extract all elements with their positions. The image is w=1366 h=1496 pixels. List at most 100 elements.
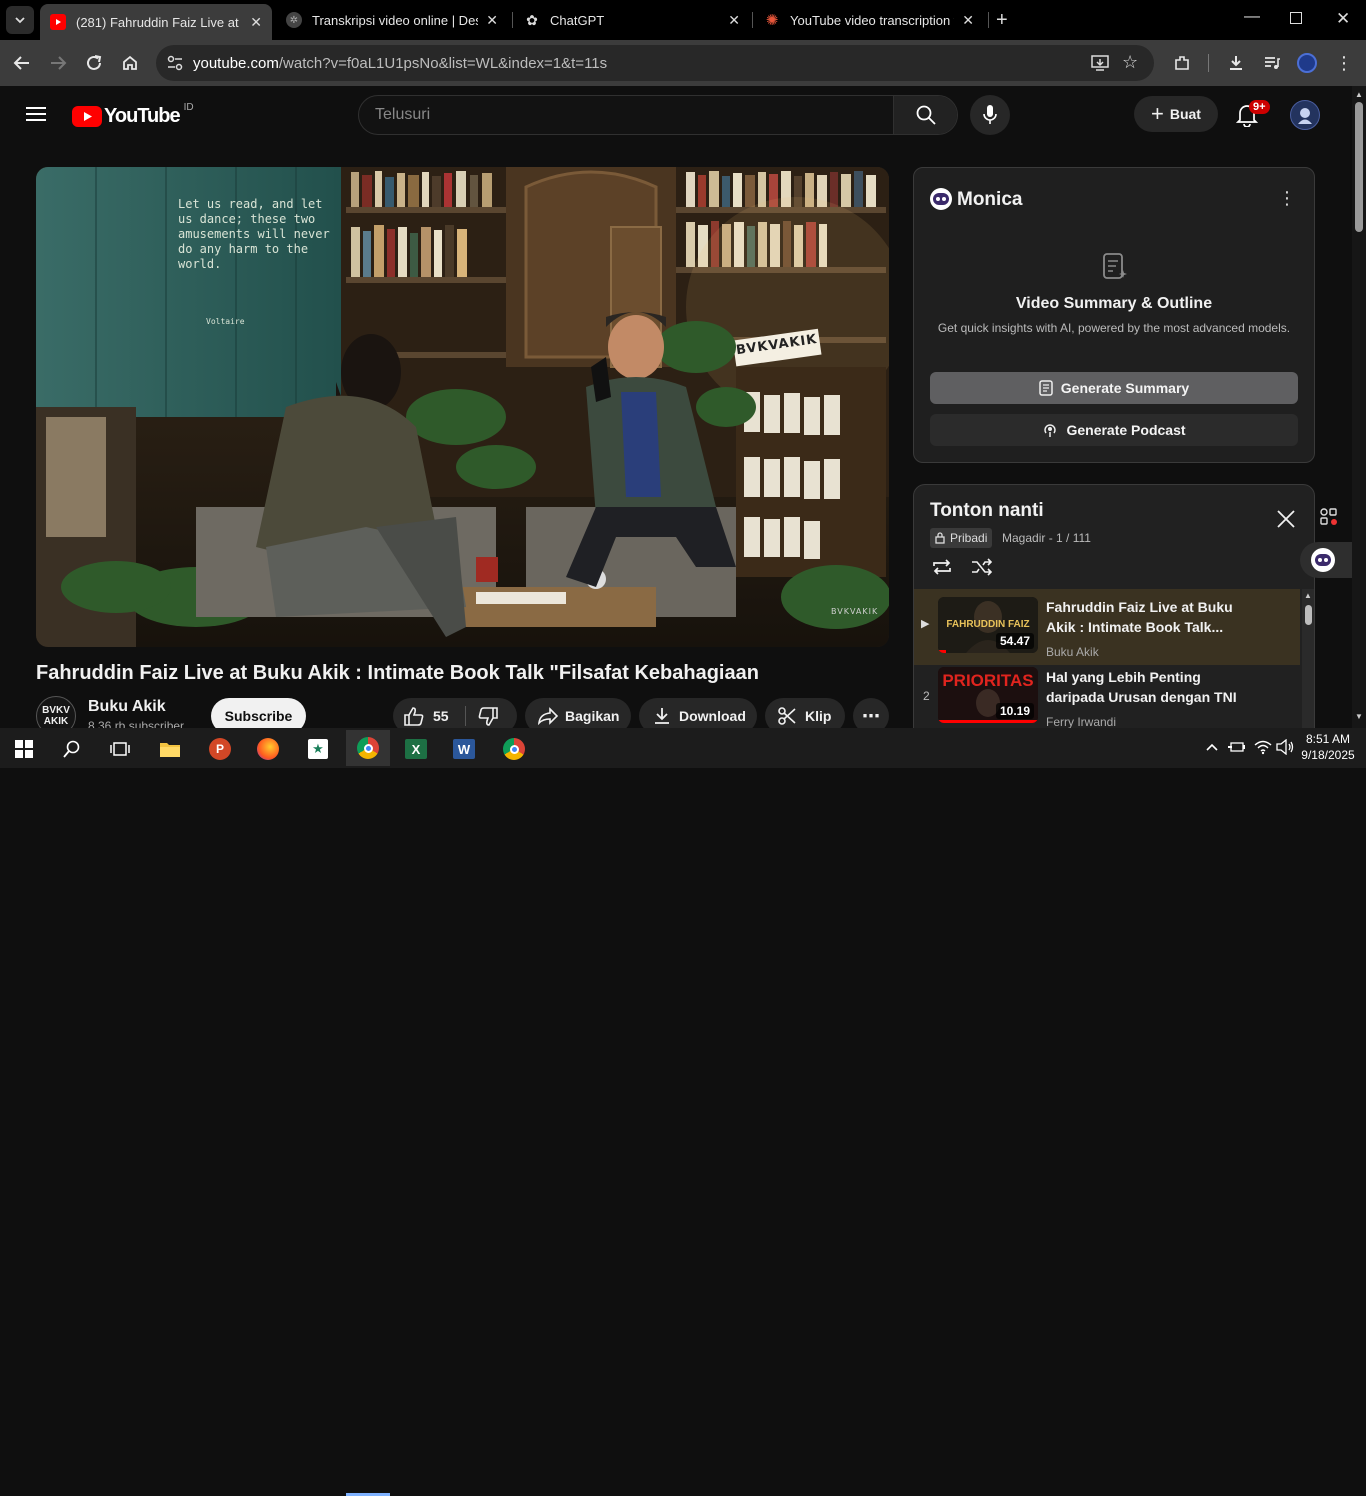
- page-scroll-thumb[interactable]: [1355, 102, 1363, 232]
- close-icon[interactable]: ✕: [962, 12, 974, 29]
- poster-quote: Let us read, and let us dance; these two…: [178, 197, 330, 271]
- pinned-app-star-icon[interactable]: ★: [298, 732, 338, 766]
- playlist-thumbnail: FAHRUDDIN FAIZ 54.47: [938, 597, 1038, 653]
- close-icon[interactable]: ✕: [486, 12, 498, 29]
- taskbar-date[interactable]: 9/18/2025: [1300, 748, 1356, 762]
- share-label: Bagikan: [565, 708, 620, 724]
- create-button[interactable]: + Buat: [1134, 96, 1218, 132]
- dislike-button[interactable]: [477, 707, 499, 730]
- excel-icon[interactable]: X: [396, 732, 436, 766]
- playlist-item-title: Fahruddin Faiz Live at Buku Akik : Intim…: [1046, 599, 1233, 635]
- powerpoint-icon[interactable]: P: [200, 732, 240, 766]
- back-arrow-icon[interactable]: [10, 51, 34, 75]
- youtube-header: YouTube ID + Buat 9+: [0, 86, 1352, 144]
- tab-title: Transkripsi video online | Desgr: [312, 12, 479, 28]
- extensions-puzzle-icon[interactable]: [1170, 51, 1194, 75]
- playlist-scrollbar[interactable]: ▲: [1302, 589, 1314, 733]
- playlist-item-channel: Buku Akik: [1046, 645, 1099, 659]
- firefox-icon[interactable]: [248, 732, 288, 766]
- close-icon[interactable]: ✕: [728, 12, 740, 29]
- scroll-down-arrow-icon[interactable]: ▼: [1355, 712, 1363, 721]
- video-frame: Let us read, and let us dance; these two…: [36, 167, 889, 647]
- apps-grid-icon[interactable]: [1315, 503, 1343, 531]
- tray-expand-chevron-icon[interactable]: [1206, 741, 1218, 755]
- download-icon[interactable]: [1224, 51, 1248, 75]
- monica-menu-icon[interactable]: ⋮: [1278, 188, 1296, 209]
- generate-summary-button[interactable]: Generate Summary: [930, 372, 1298, 404]
- tab-separator: [512, 12, 513, 28]
- playlist-item[interactable]: ▶ FAHRUDDIN FAIZ 54.47 Fahruddin Faiz Li…: [914, 589, 1300, 665]
- profile-avatar[interactable]: [1297, 53, 1317, 73]
- account-avatar[interactable]: [1290, 100, 1320, 130]
- close-icon[interactable]: ✕: [250, 14, 262, 31]
- now-playing-indicator: ▶: [921, 618, 930, 630]
- site-settings-icon[interactable]: [166, 54, 184, 77]
- word-icon[interactable]: W: [444, 732, 484, 766]
- chrome-profile-icon[interactable]: [494, 732, 534, 766]
- generate-summary-label: Generate Summary: [1060, 380, 1190, 396]
- loop-icon[interactable]: [930, 557, 954, 582]
- url-host: youtube.com: [193, 55, 279, 72]
- youtube-logo[interactable]: YouTube ID: [72, 102, 194, 128]
- like-button[interactable]: [403, 706, 425, 729]
- shuffle-icon[interactable]: [970, 557, 994, 582]
- youtube-logo-text: YouTube: [104, 105, 181, 127]
- forward-arrow-icon[interactable]: [46, 51, 70, 75]
- hamburger-menu-icon[interactable]: [26, 106, 46, 127]
- page-scrollbar[interactable]: ▲ ▼: [1352, 86, 1366, 728]
- playlist-close-icon[interactable]: [1276, 509, 1296, 534]
- thumbnail-text: FAHRUDDIN FAIZ: [946, 619, 1030, 630]
- tab-title: (281) Fahruddin Faiz Live at Buku: [76, 14, 242, 30]
- minimize-icon[interactable]: —: [1244, 8, 1260, 26]
- plus-icon: +: [1151, 101, 1164, 126]
- watch-progress-bar: [938, 650, 946, 653]
- search-input[interactable]: [359, 96, 895, 134]
- chrome-taskbar-active[interactable]: [346, 730, 390, 766]
- browser-menu-icon[interactable]: ⋮: [1332, 51, 1356, 75]
- playlist-item[interactable]: 2 PRIORITAS 10.19 Hal yang Lebih Penting…: [914, 659, 1300, 733]
- search-button[interactable]: [893, 96, 957, 134]
- taskbar-search-icon[interactable]: [52, 732, 92, 766]
- playlist-item-channel: Ferry Irwandi: [1046, 715, 1117, 729]
- windows-taskbar: P ★ X W 8:51 AM 9/18/2025: [0, 728, 1366, 1496]
- install-app-icon[interactable]: [1090, 54, 1110, 77]
- windows-start-icon[interactable]: [4, 732, 44, 766]
- reload-icon[interactable]: [82, 51, 106, 75]
- tab-chatgpt[interactable]: ✿ ChatGPT ✕: [514, 4, 750, 36]
- video-player[interactable]: Let us read, and let us dance; these two…: [36, 167, 889, 647]
- playlist-scroll-thumb[interactable]: [1305, 605, 1312, 625]
- window-close-icon[interactable]: ✕: [1336, 9, 1350, 29]
- playlist-item-index: 2: [923, 689, 930, 703]
- bookmark-star-icon[interactable]: ☆: [1122, 52, 1138, 73]
- watch-progress-bar: [938, 720, 1038, 723]
- youtube-play-logo-icon: [72, 106, 102, 127]
- playlist-thumbnail: PRIORITAS 10.19: [938, 667, 1038, 723]
- url-text: youtube.com/watch?v=f0aL1U1psNo&list=WL&…: [193, 55, 607, 72]
- channel-name[interactable]: Buku Akik: [88, 698, 166, 716]
- notification-badge: 9+: [1249, 100, 1270, 114]
- volume-icon[interactable]: [1276, 738, 1294, 760]
- tab-transcription-tool[interactable]: ✺ YouTube video transcription to ✕: [754, 4, 984, 36]
- scroll-up-arrow-icon[interactable]: ▲: [1304, 591, 1312, 600]
- tab-youtube[interactable]: (281) Fahruddin Faiz Live at Buku ✕: [40, 4, 272, 40]
- new-tab-plus-icon[interactable]: +: [996, 9, 1008, 32]
- scroll-up-arrow-icon[interactable]: ▲: [1355, 90, 1363, 99]
- monica-launcher[interactable]: [1300, 542, 1352, 578]
- taskbar-time[interactable]: 8:51 AM: [1300, 732, 1356, 746]
- address-bar[interactable]: youtube.com/watch?v=f0aL1U1psNo&list=WL&…: [156, 45, 1154, 81]
- file-explorer-icon[interactable]: [150, 732, 190, 766]
- battery-icon[interactable]: [1228, 740, 1246, 759]
- download-label: Download: [679, 708, 746, 724]
- create-label: Buat: [1169, 106, 1201, 122]
- task-view-icon[interactable]: [100, 732, 140, 766]
- media-control-icon[interactable]: [1260, 51, 1284, 75]
- tab-transkripsi[interactable]: ✲ Transkripsi video online | Desgr ✕: [276, 4, 508, 36]
- restore-icon[interactable]: [1290, 12, 1302, 24]
- voice-search-button[interactable]: [970, 95, 1010, 135]
- home-icon[interactable]: [118, 51, 142, 75]
- tab-search-button[interactable]: [6, 6, 34, 34]
- generate-podcast-button[interactable]: Generate Podcast: [930, 414, 1298, 446]
- playlist-title[interactable]: Tonton nanti: [930, 500, 1044, 522]
- like-count: 55: [433, 708, 449, 724]
- wifi-icon[interactable]: [1254, 739, 1272, 760]
